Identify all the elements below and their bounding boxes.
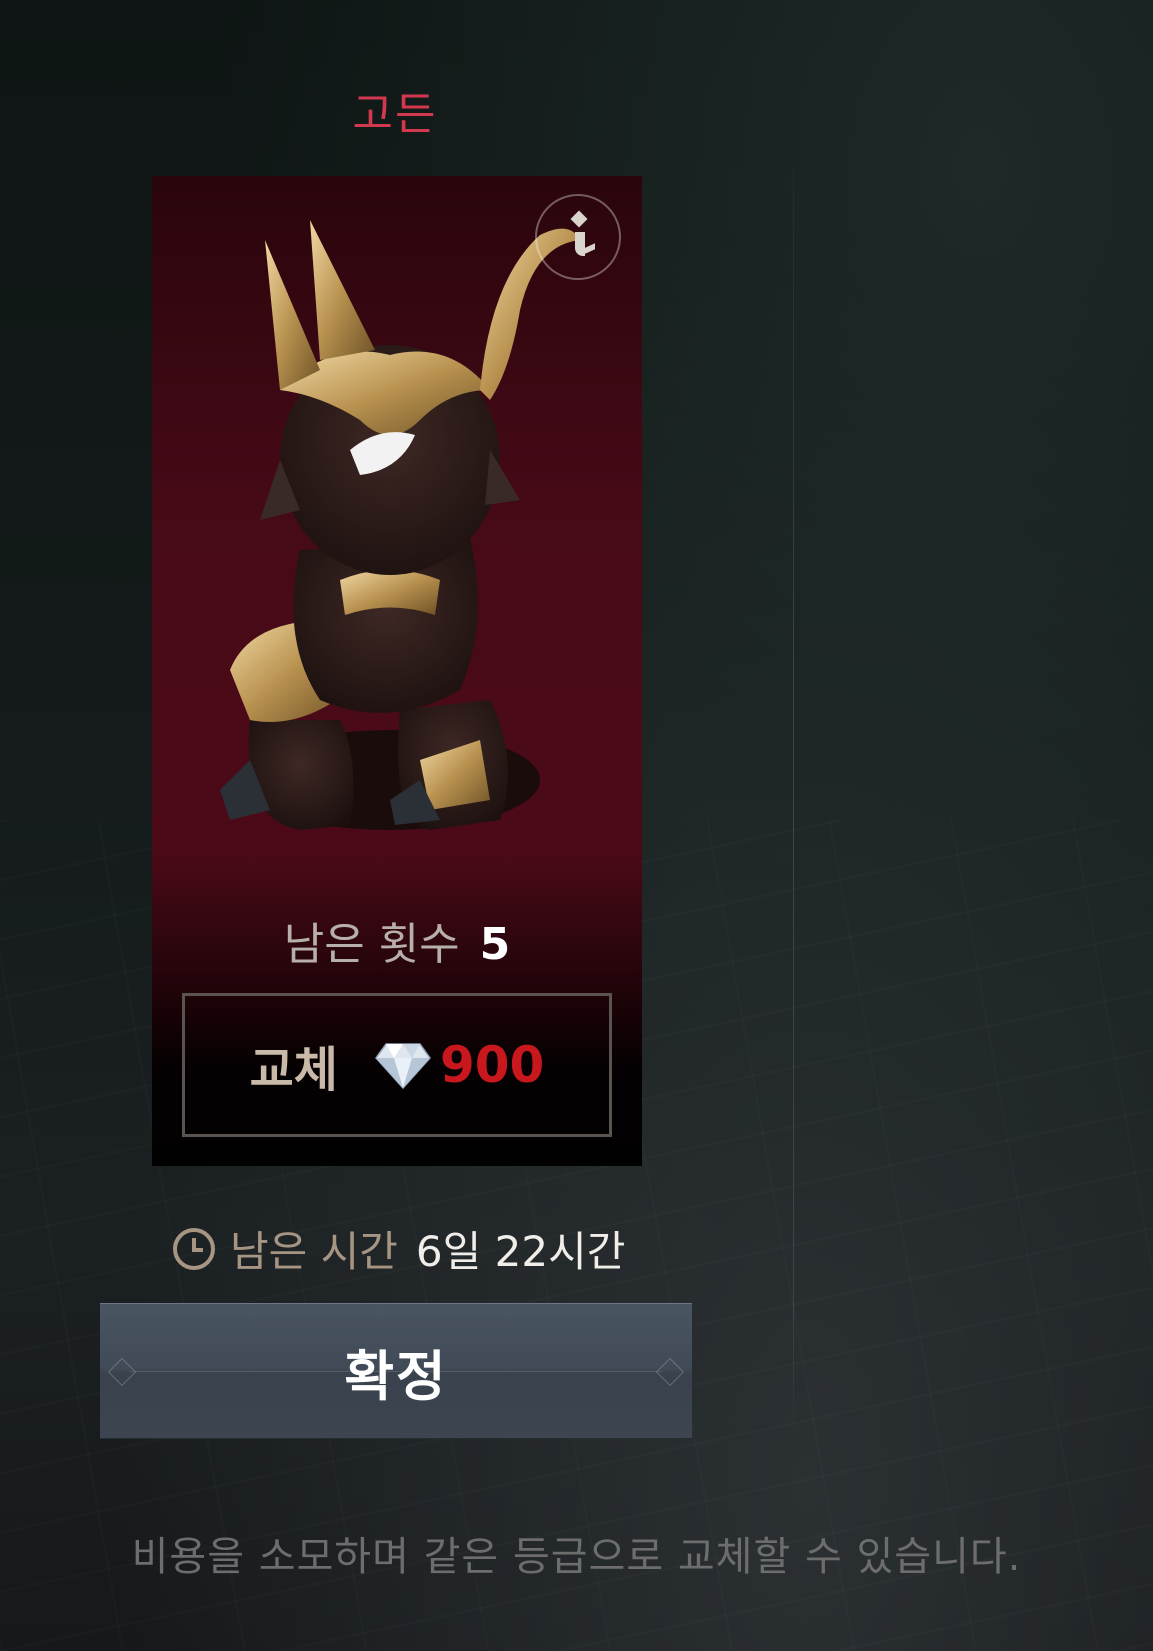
confirm-button[interactable]: 확정 xyxy=(100,1303,692,1439)
diamond-icon xyxy=(375,1043,431,1090)
info-icon xyxy=(570,210,588,228)
confirm-button-label: 확정 xyxy=(344,1344,448,1408)
clock-icon xyxy=(173,1227,215,1270)
footnote-text: 비용을 소모하며 같은 등급으로 교체할 수 있습니다. xyxy=(131,1534,1022,1580)
character-portrait xyxy=(220,220,580,830)
character-name: 고든 xyxy=(352,89,438,140)
remaining-count-label: 남은 횟수 xyxy=(283,919,460,970)
info-button[interactable] xyxy=(535,194,621,280)
remaining-time: 남은 시간 6일 22시간 xyxy=(170,1218,650,1279)
confirm-left-ornament xyxy=(107,1357,137,1387)
remaining-count-value: 5 xyxy=(479,919,511,970)
swap-button[interactable]: 교체 900 xyxy=(182,993,612,1137)
remaining-time-value: 6일 22시간 xyxy=(415,1227,626,1276)
swap-button-label: 교체 xyxy=(249,1042,338,1098)
remaining-time-label: 남은 시간 xyxy=(230,1227,398,1276)
confirm-right-ornament xyxy=(655,1357,685,1387)
panel-divider xyxy=(793,170,794,1440)
remaining-count: 남은 횟수 5 xyxy=(152,908,642,972)
swap-price: 900 xyxy=(439,1036,545,1094)
